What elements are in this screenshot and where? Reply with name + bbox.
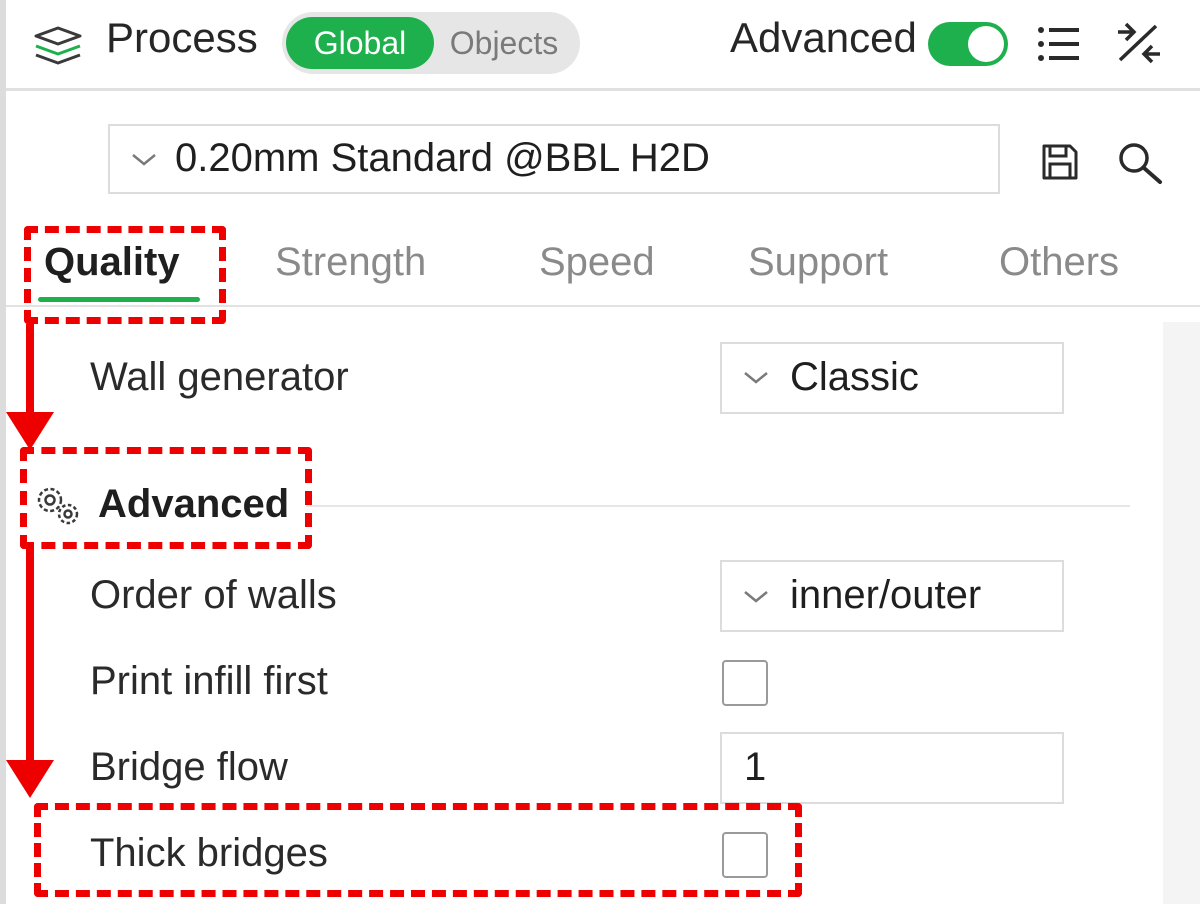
section-divider: [306, 505, 1130, 507]
tab-support[interactable]: Support: [748, 240, 888, 285]
panel-left-border: [0, 0, 6, 904]
bridge-flow-input[interactable]: [720, 732, 1064, 804]
wall-generator-value: Classic: [790, 355, 919, 399]
toggle-knob: [968, 26, 1004, 62]
layers-icon: [34, 26, 82, 65]
tab-strength[interactable]: Strength: [275, 240, 426, 285]
preset-value: 0.20mm Standard @BBL H2D: [175, 136, 710, 180]
tab-speed[interactable]: Speed: [539, 240, 655, 285]
print-infill-first-label: Print infill first: [90, 659, 328, 703]
highlight-quality-tab: [24, 226, 226, 324]
chevron-down-icon: [744, 372, 768, 384]
wall-generator-label: Wall generator: [90, 355, 349, 399]
bridge-flow-label: Bridge flow: [90, 745, 288, 789]
chevron-down-icon: [744, 591, 768, 603]
save-icon[interactable]: [1040, 142, 1080, 182]
list-icon[interactable]: [1036, 24, 1082, 64]
print-infill-first-checkbox[interactable]: [722, 660, 768, 706]
highlight-advanced-section: [20, 447, 312, 549]
bridge-flow-value: 1: [744, 745, 767, 789]
order-of-walls-label: Order of walls: [90, 573, 337, 617]
scrollbar[interactable]: [1163, 322, 1200, 904]
objects-tab-button[interactable]: Objects: [436, 17, 572, 69]
advanced-toggle-label: Advanced: [730, 14, 917, 61]
search-icon[interactable]: [1116, 140, 1164, 186]
collapse-arrows-icon[interactable]: [1114, 20, 1164, 68]
process-title: Process: [106, 14, 258, 61]
order-of-walls-value: inner/outer: [790, 573, 982, 617]
chevron-down-icon: [132, 154, 156, 166]
highlight-thick-bridges: [34, 803, 802, 897]
global-tab-button[interactable]: Global: [286, 17, 434, 69]
advanced-toggle[interactable]: [928, 22, 1008, 66]
tab-others[interactable]: Others: [999, 240, 1119, 285]
